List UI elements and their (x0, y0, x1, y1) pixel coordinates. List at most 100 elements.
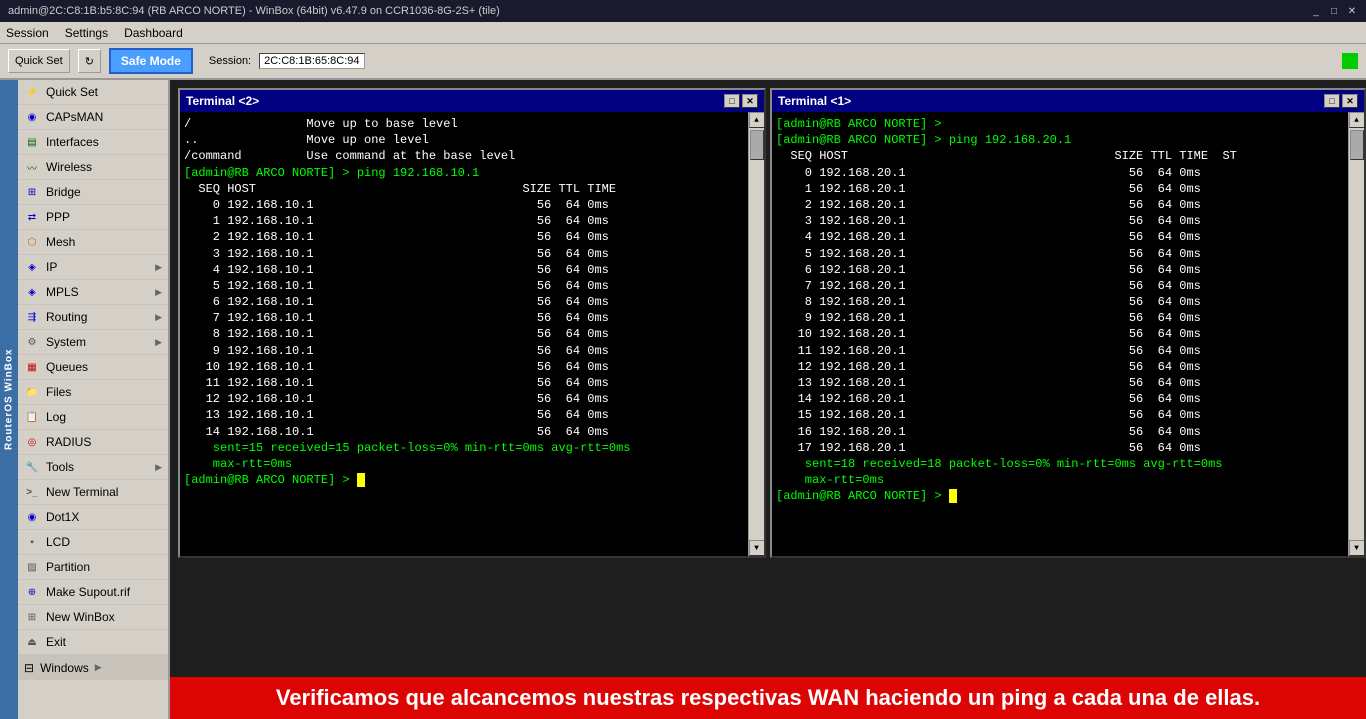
terminal-2-text: / Move up to base level .. Move up one l… (184, 116, 744, 488)
system-chevron: ▶ (155, 337, 162, 348)
menu-session[interactable]: Session (6, 26, 49, 40)
terminal-1-scrollbar[interactable]: ▲ ▼ (1348, 112, 1364, 556)
terminal-1-close[interactable]: ✕ (1342, 94, 1358, 108)
terminal-1-content-wrap: [admin@RB ARCO NORTE] > [admin@RB ARCO N… (772, 112, 1364, 556)
overlay-annotation: Verificamos que alcancemos nuestras resp… (170, 677, 1366, 719)
sidebar-label-wireless: Wireless (46, 160, 162, 174)
windows-icon: ⊟ (24, 661, 34, 675)
terminal-1-controls: □ ✕ (1324, 94, 1358, 108)
quick-set-icon: ⚡ (24, 84, 40, 100)
toolbar: Quick Set ↻ Safe Mode Session: 2C:C8:1B:… (0, 44, 1366, 80)
maximize-button[interactable]: □ (1328, 5, 1340, 17)
new-terminal-icon: >_ (24, 484, 40, 500)
sidebar-item-system[interactable]: ⚙ System ▶ (18, 330, 168, 355)
terminal-2-close[interactable]: ✕ (742, 94, 758, 108)
refresh-button[interactable]: ↻ (78, 49, 101, 73)
sidebar-item-wireless[interactable]: 〰 Wireless (18, 155, 168, 180)
sidebar-item-lcd[interactable]: ▪ LCD (18, 530, 168, 555)
sidebar-item-ip[interactable]: ◈ IP ▶ (18, 255, 168, 280)
connection-indicator (1342, 53, 1358, 69)
terminal-2-body[interactable]: / Move up to base level .. Move up one l… (180, 112, 748, 556)
sidebar-label-mesh: Mesh (46, 235, 162, 249)
sidebar-item-ppp[interactable]: ⇄ PPP (18, 205, 168, 230)
safe-mode-button[interactable]: Safe Mode (109, 48, 193, 74)
session-value: 2C:C8:1B:65:8C:94 (259, 53, 364, 69)
routing-icon: ⇶ (24, 309, 40, 325)
terminal-2-window: Terminal <2> □ ✕ / Move up to base level… (178, 88, 766, 558)
sidebar-item-routing[interactable]: ⇶ Routing ▶ (18, 305, 168, 330)
sidebar-item-radius[interactable]: ◎ RADIUS (18, 430, 168, 455)
wireless-icon: 〰 (24, 159, 40, 175)
sidebar-windows-section[interactable]: ⊟ Windows ▶ (18, 655, 168, 680)
terminal-1-body[interactable]: [admin@RB ARCO NORTE] > [admin@RB ARCO N… (772, 112, 1348, 556)
terminal-1-scroll-down[interactable]: ▼ (1349, 540, 1365, 556)
tools-icon: 🔧 (24, 459, 40, 475)
sidebar-item-mpls[interactable]: ◈ MPLS ▶ (18, 280, 168, 305)
sidebar-item-partition[interactable]: ▨ Partition (18, 555, 168, 580)
files-icon: 📁 (24, 384, 40, 400)
queues-icon: ▦ (24, 359, 40, 375)
sidebar-item-interfaces[interactable]: ▤ Interfaces (18, 130, 168, 155)
sidebar-item-capsman[interactable]: ◉ CAPsMAN (18, 105, 168, 130)
sidebar-label-tools: Tools (46, 460, 149, 474)
sidebar-item-new-terminal[interactable]: >_ New Terminal (18, 480, 168, 505)
sidebar-item-make-supout[interactable]: ⊕ Make Supout.rif (18, 580, 168, 605)
terminal-2-scroll-thumb[interactable] (750, 130, 764, 160)
sidebar-item-files[interactable]: 📁 Files (18, 380, 168, 405)
sidebar-item-dot1x[interactable]: ◉ Dot1X (18, 505, 168, 530)
title-text: admin@2C:C8:1B:b5:8C:94 (RB ARCO NORTE) … (8, 5, 500, 17)
sidebar-label-exit: Exit (46, 635, 162, 649)
terminal-2-scroll-up[interactable]: ▲ (749, 112, 765, 128)
sidebar-label-bridge: Bridge (46, 185, 162, 199)
terminal-1-scroll-up[interactable]: ▲ (1349, 112, 1365, 128)
sidebar-item-exit[interactable]: ⏏ Exit (18, 630, 168, 655)
windows-chevron: ▶ (95, 662, 102, 673)
sidebar-label-windows: Windows (40, 661, 89, 675)
routing-chevron: ▶ (155, 312, 162, 323)
sidebar-label-ppp: PPP (46, 210, 162, 224)
routeros-brand: RouterOS WinBox (0, 80, 18, 719)
mesh-icon: ⬡ (24, 234, 40, 250)
session-label: Session: (209, 55, 251, 67)
sidebar-label-mpls: MPLS (46, 285, 149, 299)
terminal-2-scrollbar[interactable]: ▲ ▼ (748, 112, 764, 556)
terminal-2-scroll-down[interactable]: ▼ (749, 540, 765, 556)
ip-icon: ◈ (24, 259, 40, 275)
sidebar-label-ip: IP (46, 260, 149, 274)
menu-settings[interactable]: Settings (65, 26, 108, 40)
sidebar-item-log[interactable]: 📋 Log (18, 405, 168, 430)
sidebar-label-make-supout: Make Supout.rif (46, 585, 162, 599)
sidebar-label-queues: Queues (46, 360, 162, 374)
sidebar-label-lcd: LCD (46, 535, 162, 549)
menu-dashboard[interactable]: Dashboard (124, 26, 183, 40)
terminal-1-titlebar[interactable]: Terminal <1> □ ✕ (772, 90, 1364, 112)
quick-set-button[interactable]: Quick Set (8, 49, 70, 73)
log-icon: 📋 (24, 409, 40, 425)
ppp-icon: ⇄ (24, 209, 40, 225)
sidebar-item-queues[interactable]: ▦ Queues (18, 355, 168, 380)
sidebar-item-mesh[interactable]: ⬡ Mesh (18, 230, 168, 255)
terminal-2-content-wrap: / Move up to base level .. Move up one l… (180, 112, 764, 556)
bridge-icon: ⊞ (24, 184, 40, 200)
terminal-1-window: Terminal <1> □ ✕ [admin@RB ARCO NORTE] >… (770, 88, 1366, 558)
refresh-icon: ↻ (85, 55, 94, 68)
terminal-2-controls: □ ✕ (724, 94, 758, 108)
sidebar-item-tools[interactable]: 🔧 Tools ▶ (18, 455, 168, 480)
sidebar-label-interfaces: Interfaces (46, 135, 162, 149)
minimize-button[interactable]: _ (1310, 5, 1322, 17)
terminal-2-restore[interactable]: □ (724, 94, 740, 108)
lcd-icon: ▪ (24, 534, 40, 550)
sidebar-label-system: System (46, 335, 149, 349)
mpls-chevron: ▶ (155, 287, 162, 298)
exit-icon: ⏏ (24, 634, 40, 650)
sidebar-item-bridge[interactable]: ⊞ Bridge (18, 180, 168, 205)
terminal-2-title: Terminal <2> (186, 94, 259, 108)
close-button[interactable]: ✕ (1346, 5, 1358, 17)
terminal-1-restore[interactable]: □ (1324, 94, 1340, 108)
sidebar-item-new-winbox[interactable]: ⊞ New WinBox (18, 605, 168, 630)
sidebar-item-quick-set[interactable]: ⚡ Quick Set (18, 80, 168, 105)
terminal-1-scroll-thumb[interactable] (1350, 130, 1364, 160)
terminal-1-title: Terminal <1> (778, 94, 851, 108)
terminal-1-text: [admin@RB ARCO NORTE] > [admin@RB ARCO N… (776, 116, 1344, 505)
terminal-2-titlebar[interactable]: Terminal <2> □ ✕ (180, 90, 764, 112)
